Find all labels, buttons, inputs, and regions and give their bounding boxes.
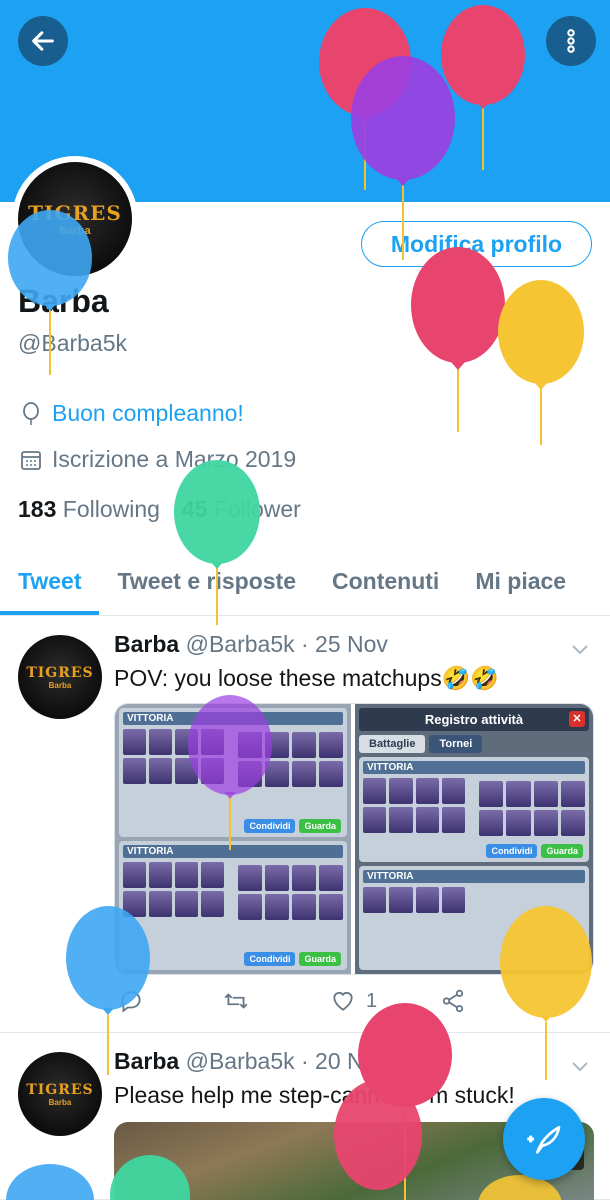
balloon-icon	[411, 247, 505, 432]
media-image-right[interactable]: Registro attività ✕ Battaglie Tornei VIT…	[355, 704, 593, 974]
followers-label: Follower	[213, 496, 301, 522]
tweet-avatar-logo-text: TIGRES	[26, 664, 94, 681]
share-button[interactable]	[440, 988, 466, 1014]
tweet-date: · 20 Nov	[301, 1048, 388, 1074]
tweet-actions: 1	[114, 981, 574, 1021]
battle-card: VITTORIA Condividi Guarda	[119, 841, 347, 970]
deck-left	[123, 862, 225, 917]
avatar-logo: TIGRES Barba	[18, 162, 132, 276]
share-battle-button: Condividi	[244, 952, 296, 966]
reply-icon	[121, 991, 141, 1013]
media-image-left[interactable]: VITTORIA Condividi Guarda VITTORIA Condi…	[115, 704, 351, 974]
battle-card: VITTORIA	[359, 865, 589, 970]
follow-stats: 183 Following 45 Follower	[18, 496, 301, 523]
balloon-icon	[498, 280, 584, 445]
display-name: Barba	[18, 283, 109, 319]
deck-left	[363, 778, 466, 833]
like-count: 1	[366, 989, 378, 1012]
tweet-avatar-logo-sub: Barba	[48, 680, 72, 690]
battle-result: VITTORIA	[123, 845, 343, 858]
joined-row: Iscrizione a Marzo 2019	[18, 446, 296, 473]
tweet-author-handle: @Barba5k	[185, 1048, 295, 1074]
avatar-logo-sub: Barba	[59, 225, 91, 237]
tweet-text: Please help me step-cannon, I'm stuck!	[114, 1082, 515, 1108]
following-label: Following	[62, 496, 160, 522]
share-battle-button: Condividi	[244, 819, 296, 833]
more-vertical-icon	[567, 29, 575, 53]
tab-tornei: Tornei	[429, 735, 483, 753]
retweet-icon	[224, 993, 248, 1009]
deck-right	[238, 732, 343, 787]
reply-button[interactable]	[118, 988, 144, 1014]
following-count: 183	[18, 496, 57, 522]
tweet[interactable]: TIGRES Barba Barba @Barba5k · 25 Nov POV…	[0, 617, 610, 1033]
deck-right	[238, 865, 343, 920]
retweet-button[interactable]	[222, 988, 250, 1014]
watch-battle-button: Guarda	[299, 952, 341, 966]
back-button[interactable]	[18, 16, 68, 66]
tweet-author-name: Barba	[114, 631, 180, 657]
calendar-icon	[18, 447, 44, 473]
chevron-down-icon[interactable]	[568, 1054, 592, 1078]
tweet-header: Barba @Barba5k · 20 Nov	[114, 1048, 388, 1075]
close-icon: ✕	[569, 711, 585, 727]
battle-card: VITTORIA Condividi Guarda	[119, 708, 347, 837]
battle-result: VITTORIA	[123, 712, 343, 725]
tweet-avatar-logo-text: TIGRES	[26, 1081, 94, 1098]
compose-tweet-icon	[527, 1126, 561, 1154]
profile-avatar[interactable]: TIGRES Barba	[12, 156, 138, 282]
joined-text: Iscrizione a Marzo 2019	[52, 446, 297, 472]
followers-link[interactable]: 45 Follower	[182, 496, 301, 523]
edit-profile-button[interactable]: Modifica profilo	[361, 221, 592, 267]
more-options-button[interactable]	[546, 16, 596, 66]
tab-battaglie: Battaglie	[359, 735, 426, 753]
share-battle-button: Condividi	[486, 843, 538, 858]
deck-right	[479, 781, 585, 836]
activity-log-title: Registro attività ✕	[359, 708, 589, 731]
tab-tweet-e-risposte[interactable]: Tweet e risposte	[99, 554, 314, 615]
following-link[interactable]: 183 Following	[18, 496, 160, 523]
tweet-author-name: Barba	[114, 1048, 180, 1074]
followers-count: 45	[181, 496, 208, 522]
tweet-header: Barba @Barba5k · 25 Nov	[114, 631, 388, 658]
watch-battle-button: Guarda	[299, 819, 341, 833]
deck-left	[123, 729, 225, 784]
arrow-left-icon	[32, 31, 54, 51]
tweet-author-handle: @Barba5k	[185, 631, 295, 657]
tweet-avatar[interactable]: TIGRES Barba	[18, 635, 102, 719]
tweet-media[interactable]: VITTORIA Condividi Guarda VITTORIA Condi…	[114, 703, 594, 975]
tweet-date: · 25 Nov	[301, 631, 388, 657]
tweet-avatar[interactable]: TIGRES Barba	[18, 1052, 102, 1136]
chevron-down-icon[interactable]	[568, 637, 592, 661]
battle-card: VITTORIA Condividi Guarda	[359, 757, 589, 862]
avatar-logo-text: TIGRES	[28, 201, 122, 225]
watch-battle-button: Guarda	[541, 843, 583, 858]
battle-result: VITTORIA	[363, 869, 585, 883]
like-button[interactable]: 1	[330, 988, 377, 1014]
tab-contenuti[interactable]: Contenuti	[314, 554, 457, 615]
activity-log-tabs: Battaglie Tornei	[359, 735, 589, 753]
tweet-avatar-logo-sub: Barba	[48, 1097, 72, 1107]
profile-handle: @Barba5k	[18, 330, 128, 356]
deck-left	[363, 886, 466, 913]
birthday-row[interactable]: Buon compleanno!	[18, 400, 244, 427]
tweet-text: POV: you loose these matchups🤣🤣	[114, 665, 499, 691]
compose-tweet-button[interactable]	[503, 1098, 585, 1180]
profile-tabs: Tweet Tweet e risposte Contenuti Mi piac…	[0, 554, 610, 616]
battle-result: VITTORIA	[363, 761, 585, 774]
tab-mi-piace[interactable]: Mi piace	[457, 554, 584, 615]
tab-tweet[interactable]: Tweet	[0, 554, 100, 615]
activity-log-title-text: Registro attività	[424, 712, 524, 727]
heart-icon	[333, 992, 353, 1011]
share-icon	[442, 989, 464, 1013]
balloon-icon	[18, 401, 44, 427]
birthday-text[interactable]: Buon compleanno!	[52, 400, 244, 427]
